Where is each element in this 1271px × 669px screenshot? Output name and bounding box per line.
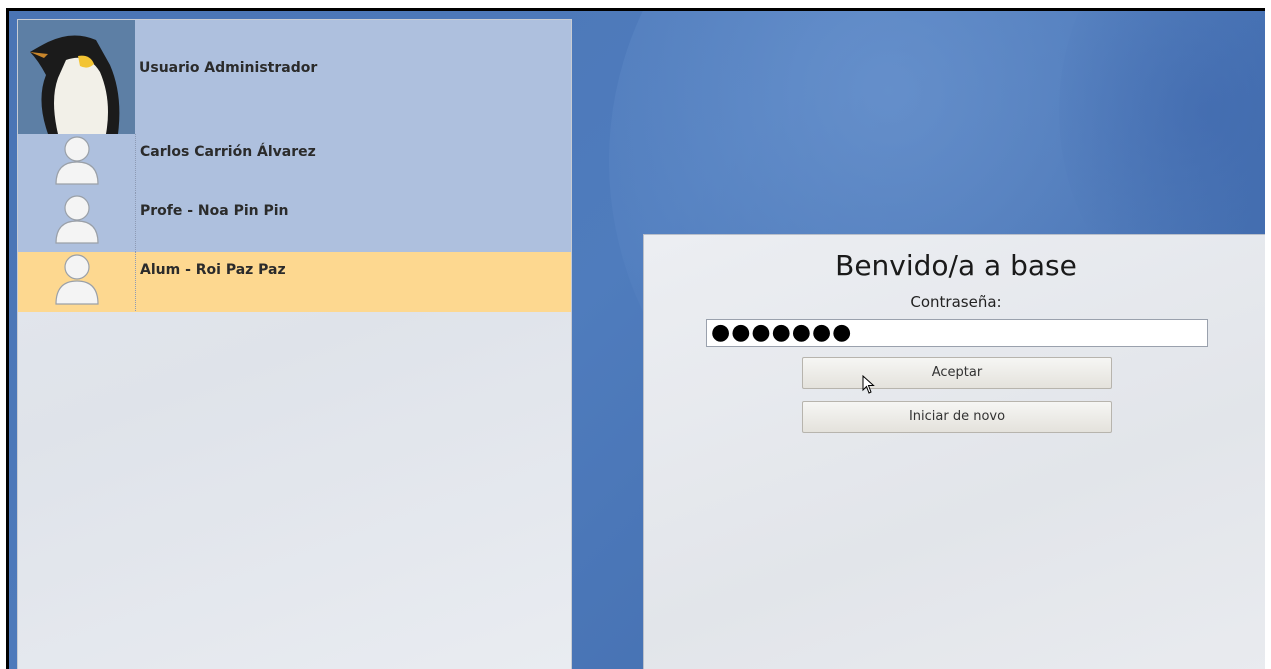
screen-frame: Usuario Administrador Carlos Carrión Álv…	[6, 8, 1265, 669]
user-list-panel: Usuario Administrador Carlos Carrión Álv…	[17, 19, 572, 669]
user-item-profe[interactable]: Profe - Noa Pin Pin	[18, 193, 571, 252]
user-name: Alum - Roi Paz Paz	[140, 262, 286, 278]
default-user-icon	[54, 195, 99, 244]
user-picture	[18, 193, 136, 252]
user-name: Usuario Administrador	[139, 60, 318, 76]
default-user-icon	[54, 136, 99, 185]
user-picture	[18, 134, 136, 193]
user-picture	[18, 20, 135, 134]
default-user-icon	[54, 254, 99, 305]
password-field[interactable]: ●●●●●●●	[706, 319, 1208, 347]
welcome-title: Benvido/a a base	[835, 249, 1077, 282]
user-item-carlos[interactable]: Carlos Carrión Álvarez	[18, 134, 571, 193]
user-name: Carlos Carrión Álvarez	[140, 144, 316, 160]
mouse-pointer-icon	[862, 375, 875, 394]
password-label: Contraseña:	[910, 293, 1002, 311]
user-name: Profe - Noa Pin Pin	[140, 203, 289, 219]
restart-button[interactable]: Iniciar de novo	[802, 401, 1112, 433]
user-item-alum-selected[interactable]: Alum - Roi Paz Paz	[18, 252, 571, 312]
user-item-administrator[interactable]: Usuario Administrador	[18, 20, 571, 134]
accept-button[interactable]: Aceptar	[802, 357, 1112, 389]
login-box: Benvido/a a base Contraseña: ●●●●●●● Ace…	[643, 234, 1265, 669]
desktop-background: Usuario Administrador Carlos Carrión Álv…	[9, 11, 1265, 669]
user-list: Usuario Administrador Carlos Carrión Álv…	[18, 20, 571, 312]
penguin-avatar-icon	[18, 20, 135, 134]
user-picture	[18, 252, 136, 311]
